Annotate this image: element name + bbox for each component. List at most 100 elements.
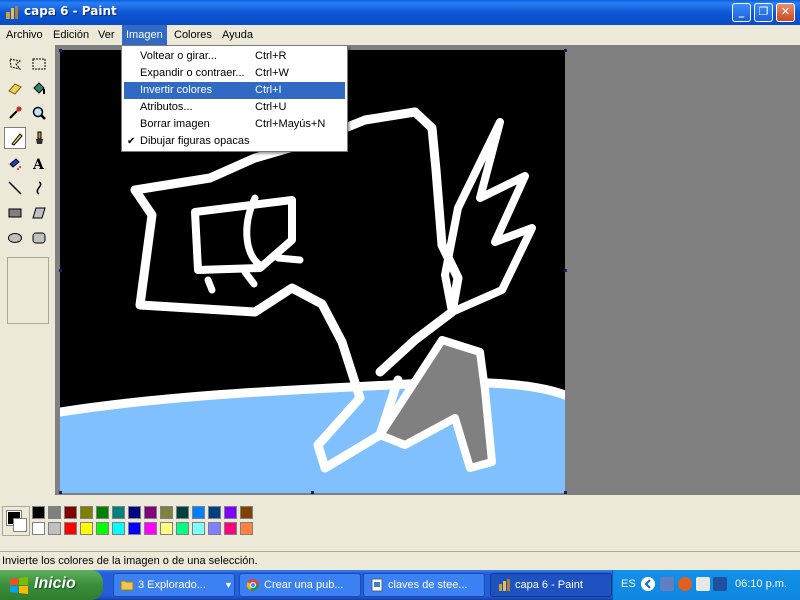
palette-swatch[interactable]: [192, 522, 205, 535]
menu-item-voltear[interactable]: Voltear o girar... Ctrl+R: [124, 48, 345, 65]
free-select-icon[interactable]: [4, 53, 26, 75]
text-icon[interactable]: A: [28, 152, 50, 174]
close-button[interactable]: ✕: [776, 3, 795, 22]
palette-swatch[interactable]: [128, 506, 141, 519]
network-icon[interactable]: [660, 577, 674, 591]
menu-edicion[interactable]: Edición: [49, 25, 93, 45]
palette-swatch[interactable]: [176, 522, 189, 535]
palette-swatch[interactable]: [64, 522, 77, 535]
taskbar-paint[interactable]: capa 6 - Paint: [490, 573, 612, 597]
palette-swatch[interactable]: [32, 506, 45, 519]
tool-options-box[interactable]: [7, 257, 49, 324]
line-icon[interactable]: [4, 177, 26, 199]
task-label: 3 Explorado...: [138, 579, 206, 591]
menu-item-label: Voltear o girar...: [140, 50, 218, 62]
palette-swatch[interactable]: [48, 522, 61, 535]
palette-swatch[interactable]: [208, 506, 221, 519]
menu-item-shortcut: Ctrl+U: [255, 101, 287, 113]
palette-swatch[interactable]: [240, 522, 253, 535]
taskbar-chrome[interactable]: Crear una pub...: [239, 573, 361, 597]
resize-handle[interactable]: [59, 49, 62, 52]
palette-swatch[interactable]: [48, 506, 61, 519]
color-indicator[interactable]: [2, 506, 30, 536]
taskbar-claves[interactable]: claves de stee...: [363, 573, 485, 597]
checkmark-icon: ✔: [127, 136, 136, 147]
task-label: Crear una pub...: [264, 579, 344, 591]
maximize-button[interactable]: ❐: [754, 3, 773, 22]
resize-handle[interactable]: [564, 491, 567, 494]
palette-swatch[interactable]: [80, 522, 93, 535]
menu-item-shortcut: Ctrl+Mayús+N: [255, 118, 326, 130]
menu-item-shortcut: Ctrl+R: [255, 50, 287, 62]
palette-swatch[interactable]: [224, 506, 237, 519]
rounded-rect-icon[interactable]: [28, 227, 50, 249]
menu-item-atributos[interactable]: Atributos... Ctrl+U: [124, 99, 345, 116]
palette-swatch[interactable]: [208, 522, 221, 535]
menu-ver[interactable]: Ver: [94, 25, 119, 45]
clock[interactable]: 06:10 p.m.: [735, 578, 787, 590]
toolbox: A: [0, 45, 55, 495]
palette-swatch[interactable]: [112, 522, 125, 535]
resize-handle[interactable]: [59, 269, 62, 272]
fill-icon[interactable]: [28, 77, 50, 99]
ellipse-icon[interactable]: [4, 227, 26, 249]
palette-swatch[interactable]: [96, 522, 109, 535]
palette-swatch[interactable]: [240, 506, 253, 519]
palette-swatch[interactable]: [64, 506, 77, 519]
title-bar: capa 6 - Paint _ ❐ ✕: [0, 0, 800, 25]
rectangle-icon[interactable]: [4, 202, 26, 224]
start-button[interactable]: Inicio: [0, 570, 103, 600]
menu-item-label: Dibujar figuras opacas: [140, 135, 250, 147]
minimize-button[interactable]: _: [732, 3, 751, 22]
menu-item-expandir[interactable]: Expandir o contraer... Ctrl+W: [124, 65, 345, 82]
color-picker-icon[interactable]: [4, 102, 26, 124]
imagen-menu-dropdown: Voltear o girar... Ctrl+R Expandir o con…: [121, 45, 348, 152]
polygon-icon[interactable]: [28, 202, 50, 224]
palette-swatch[interactable]: [192, 506, 205, 519]
menu-item-shortcut: Ctrl+W: [255, 67, 289, 79]
menu-imagen[interactable]: Imagen: [122, 25, 167, 45]
language-indicator[interactable]: ES: [621, 578, 636, 590]
eraser-icon[interactable]: [4, 77, 26, 99]
taskbar-explorer[interactable]: 3 Explorado... ▼: [113, 573, 235, 597]
paint-icon: [499, 579, 510, 591]
chevron-down-icon: ▼: [224, 580, 233, 590]
brush-icon[interactable]: [28, 127, 50, 149]
resize-handle[interactable]: [59, 491, 62, 494]
task-label: capa 6 - Paint: [515, 579, 583, 591]
resize-handle[interactable]: [311, 491, 314, 494]
palette-swatch[interactable]: [80, 506, 93, 519]
task-label: claves de stee...: [388, 579, 468, 591]
palette-swatch[interactable]: [160, 522, 173, 535]
palette-swatch[interactable]: [144, 522, 157, 535]
resize-handle[interactable]: [564, 269, 567, 272]
palette-swatch[interactable]: [96, 506, 109, 519]
palette-swatch[interactable]: [176, 506, 189, 519]
menu-item-borrar-imagen[interactable]: Borrar imagen Ctrl+Mayús+N: [124, 116, 345, 133]
pencil-icon[interactable]: [4, 127, 26, 149]
curve-icon[interactable]: [28, 177, 50, 199]
alert-icon[interactable]: [696, 577, 710, 591]
palette-swatch[interactable]: [144, 506, 157, 519]
resize-handle[interactable]: [564, 49, 567, 52]
menu-item-label: Borrar imagen: [140, 118, 210, 130]
menu-item-dibujar-figuras-opacas[interactable]: ✔ Dibujar figuras opacas: [124, 133, 345, 150]
magnifier-icon[interactable]: [28, 102, 50, 124]
monitor-icon[interactable]: [713, 577, 727, 591]
palette-swatch[interactable]: [32, 522, 45, 535]
palette-swatch[interactable]: [112, 506, 125, 519]
antivirus-icon[interactable]: [678, 577, 692, 591]
airbrush-icon[interactable]: [4, 152, 26, 174]
paint-app-icon[interactable]: [4, 4, 20, 20]
menu-ayuda[interactable]: Ayuda: [218, 25, 257, 45]
palette-swatch[interactable]: [128, 522, 141, 535]
rect-select-icon[interactable]: [28, 53, 50, 75]
palette-swatch[interactable]: [224, 522, 237, 535]
expand-tray-icon[interactable]: [641, 577, 655, 591]
palette-swatch[interactable]: [160, 506, 173, 519]
background-color-swatch: [13, 518, 27, 532]
menu-colores[interactable]: Colores: [170, 25, 216, 45]
svg-text:A: A: [32, 157, 45, 171]
menu-archivo[interactable]: Archivo: [2, 25, 47, 45]
menu-item-invertir-colores[interactable]: Invertir colores Ctrl+I: [124, 82, 345, 99]
